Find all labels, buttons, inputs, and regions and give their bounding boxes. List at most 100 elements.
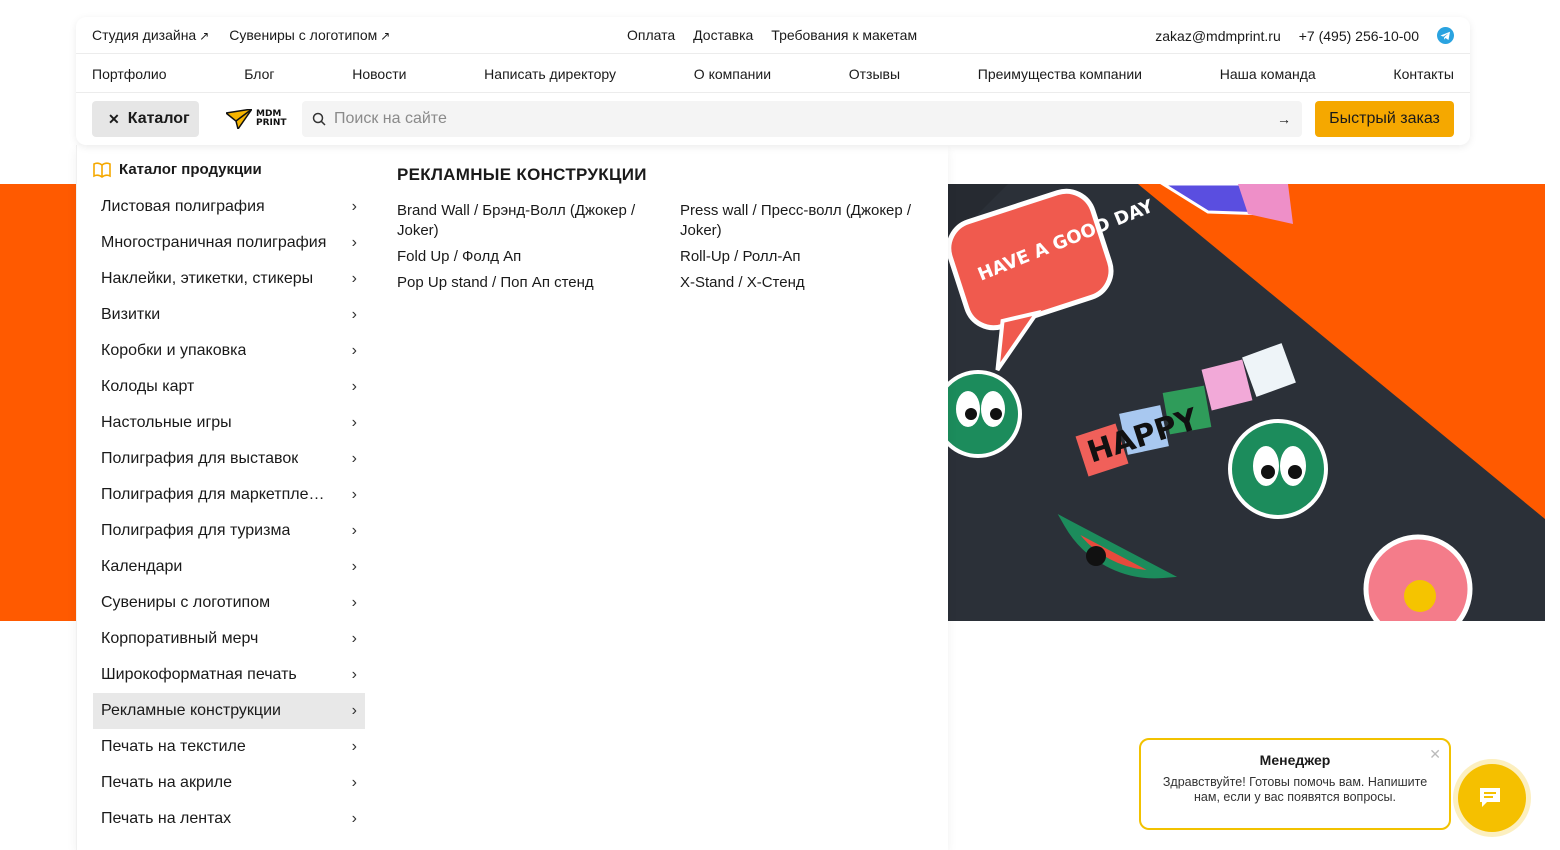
chat-open-button[interactable] bbox=[1458, 764, 1526, 832]
chat-message: Здравствуйте! Готовы помочь вам. Напишит… bbox=[1162, 775, 1428, 804]
catalog-item-label: Печать на лентах bbox=[101, 810, 232, 827]
catalog-item-marketplaces[interactable]: Полиграфия для маркетплейсов › bbox=[93, 477, 365, 513]
submenu-link-roll-up[interactable]: Roll-Up / Ролл-Ап bbox=[680, 247, 937, 267]
nav-about[interactable]: О компании bbox=[694, 66, 771, 82]
main-nav: Портфолио Блог Новости Написать директор… bbox=[76, 55, 1470, 93]
catalog-heading: Каталог продукции bbox=[93, 161, 262, 178]
submenu-link-press-wall[interactable]: Press wall / Пресс-волл (Джокер / Joker) bbox=[680, 201, 937, 241]
contacts: zakaz@mdmprint.ru +7 (495) 256-10-00 bbox=[1155, 27, 1454, 44]
telegram-icon[interactable] bbox=[1437, 27, 1454, 44]
catalog-item-label: Полиграфия для маркетплейсов bbox=[101, 486, 333, 503]
submenu-link-brand-wall[interactable]: Brand Wall / Брэнд-Волл (Джокер / Joker) bbox=[397, 201, 680, 241]
chevron-right-icon: › bbox=[351, 738, 357, 755]
catalog-item-calendars[interactable]: Календари › bbox=[93, 549, 365, 585]
chevron-right-icon: › bbox=[351, 486, 357, 503]
catalog-button-label: Каталог bbox=[127, 110, 190, 127]
nav-portfolio[interactable]: Портфолио bbox=[92, 66, 167, 82]
chevron-right-icon: › bbox=[351, 378, 357, 395]
catalog-item-tourism[interactable]: Полиграфия для туризма › bbox=[93, 513, 365, 549]
link-design-studio[interactable]: Студия дизайна ↗ bbox=[92, 27, 209, 43]
search-submit-button[interactable]: → bbox=[1266, 101, 1302, 137]
link-design-studio-label: Студия дизайна bbox=[92, 27, 197, 43]
catalog-item-advertising-structures[interactable]: Рекламные конструкции › bbox=[93, 693, 365, 729]
catalog-item-label: Многостраничная полиграфия bbox=[101, 234, 327, 251]
link-layout-requirements[interactable]: Требования к макетам bbox=[771, 27, 917, 43]
catalog-item-label: Настольные игры bbox=[101, 414, 232, 431]
quick-order-button[interactable]: Быстрый заказ bbox=[1315, 101, 1454, 137]
nav-advantages[interactable]: Преимущества компании bbox=[978, 66, 1142, 82]
chevron-right-icon: › bbox=[351, 810, 357, 827]
chevron-right-icon: › bbox=[351, 414, 357, 431]
chevron-right-icon: › bbox=[351, 270, 357, 287]
catalog-item-business-cards[interactable]: Визитки › bbox=[93, 297, 365, 333]
nav-team[interactable]: Наша команда bbox=[1220, 66, 1316, 82]
site-logo[interactable]: MDM PRINT bbox=[226, 106, 288, 132]
chevron-right-icon: › bbox=[351, 522, 357, 539]
catalog-item-multipage[interactable]: Многостраничная полиграфия › bbox=[93, 225, 365, 261]
logo-wordmark: MDM PRINT bbox=[256, 110, 287, 128]
catalog-item-label: Рекламные конструкции bbox=[101, 702, 281, 719]
nav-reviews[interactable]: Отзывы bbox=[849, 66, 900, 82]
chat-icon bbox=[1480, 788, 1500, 807]
chevron-right-icon: › bbox=[351, 594, 357, 611]
catalog-toggle-button[interactable]: ✕ Каталог bbox=[92, 101, 199, 137]
search-input[interactable] bbox=[334, 110, 1266, 128]
catalog-item-label: Сувениры с логотипом bbox=[101, 594, 271, 611]
chevron-right-icon: › bbox=[351, 342, 357, 359]
catalog-item-label: Календари bbox=[101, 558, 183, 575]
catalog-item-exhibitions[interactable]: Полиграфия для выставок › bbox=[93, 441, 365, 477]
arrow-up-right-icon: ↗ bbox=[199, 29, 210, 43]
close-icon[interactable]: ✕ bbox=[1429, 746, 1441, 763]
catalog-heading-label: Каталог продукции bbox=[119, 161, 262, 178]
catalog-item-label: Колоды карт bbox=[101, 378, 195, 395]
link-delivery[interactable]: Доставка bbox=[693, 27, 753, 43]
close-icon: ✕ bbox=[108, 110, 120, 127]
link-payment[interactable]: Оплата bbox=[627, 27, 675, 43]
catalog-item-label: Печать на акриле bbox=[101, 774, 233, 791]
catalog-item-boxes[interactable]: Коробки и упаковка › bbox=[93, 333, 365, 369]
nav-blog[interactable]: Блог bbox=[244, 66, 274, 82]
chevron-right-icon: › bbox=[351, 234, 357, 251]
catalog-item-merch[interactable]: Корпоративный мерч › bbox=[93, 621, 365, 657]
chevron-right-icon: › bbox=[351, 198, 357, 215]
search-box: → bbox=[302, 101, 1302, 137]
top-bar: Студия дизайна ↗ Сувениры с логотипом ↗ Оп… bbox=[76, 17, 1470, 54]
hero-image: HAVE A GOOD DAY HAPPY bbox=[948, 184, 1545, 621]
catalog-item-souvenirs[interactable]: Сувениры с логотипом › bbox=[93, 585, 365, 621]
catalog-item-label: Полиграфия для выставок bbox=[101, 450, 299, 467]
nav-contacts[interactable]: Контакты bbox=[1393, 66, 1453, 82]
email-link[interactable]: zakaz@mdmprint.ru bbox=[1155, 28, 1280, 44]
book-icon bbox=[93, 161, 111, 178]
catalog-item-card-decks[interactable]: Колоды карт › bbox=[93, 369, 365, 405]
submenu-title: РЕКЛАМНЫЕ КОНСТРУКЦИИ bbox=[397, 165, 647, 184]
catalog-item-ribbons[interactable]: Печать на лентах › bbox=[93, 801, 365, 837]
chevron-right-icon: › bbox=[351, 774, 357, 791]
arrow-right-icon: → bbox=[1277, 111, 1291, 127]
submenu-link-fold-up[interactable]: Fold Up / Фолд Ап bbox=[397, 247, 680, 267]
nav-write-director[interactable]: Написать директору bbox=[484, 66, 616, 82]
catalog-category-list: Листовая полиграфия › Многостраничная пол… bbox=[93, 189, 365, 837]
catalog-item-textile[interactable]: Печать на текстиле › bbox=[93, 729, 365, 765]
chevron-right-icon: › bbox=[351, 630, 357, 647]
catalog-item-sheet-printing[interactable]: Листовая полиграфия › bbox=[93, 189, 365, 225]
catalog-item-label: Корпоративный мерч bbox=[101, 630, 259, 647]
catalog-item-board-games[interactable]: Настольные игры › bbox=[93, 405, 365, 441]
site-header: Студия дизайна ↗ Сувениры с логотипом ↗ Оп… bbox=[76, 17, 1470, 145]
submenu-link-x-stand[interactable]: X-Stand / X-Стенд bbox=[680, 273, 937, 293]
catalog-item-label: Широкоформатная печать bbox=[101, 666, 297, 683]
link-souvenirs-label: Сувениры с логотипом bbox=[229, 27, 378, 43]
catalog-item-stickers[interactable]: Наклейки, этикетки, стикеры › bbox=[93, 261, 365, 297]
submenu-links: Brand Wall / Брэнд-Волл (Джокер / Joker)… bbox=[397, 201, 937, 293]
phone-link[interactable]: +7 (495) 256-10-00 bbox=[1299, 28, 1419, 44]
submenu-link-pop-up[interactable]: Pop Up stand / Поп Ап стенд bbox=[397, 273, 680, 293]
catalog-item-wide-format[interactable]: Широкоформатная печать › bbox=[93, 657, 365, 693]
catalog-item-acrylic[interactable]: Печать на акриле › bbox=[93, 765, 365, 801]
nav-news[interactable]: Новости bbox=[352, 66, 406, 82]
catalog-dropdown: Каталог продукции Листовая полиграфия › М… bbox=[76, 145, 948, 850]
catalog-item-label: Коробки и упаковка bbox=[101, 342, 247, 359]
top-center-links: Оплата Доставка Требования к макетам bbox=[627, 27, 917, 43]
link-souvenirs[interactable]: Сувениры с логотипом ↗ bbox=[229, 27, 390, 43]
chat-title: Менеджер bbox=[1259, 752, 1331, 768]
top-left-links: Студия дизайна ↗ Сувениры с логотипом ↗ bbox=[92, 27, 390, 43]
search-row: ✕ Каталог MDM PRINT → Быстрый заказ bbox=[76, 101, 1470, 137]
